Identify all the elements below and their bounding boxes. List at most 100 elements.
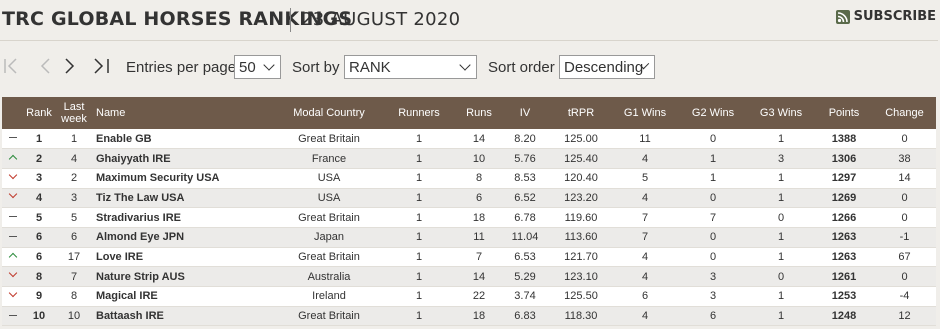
last-week-cell: 1 [54, 129, 94, 150]
g2-wins-cell: 1 [679, 168, 747, 189]
g3-wins-cell: 1 [747, 286, 815, 307]
column-header-iv[interactable]: IV [499, 97, 551, 129]
column-header-modal-country[interactable]: Modal Country [279, 97, 379, 129]
table-row[interactable]: 4 3 Tiz The Law USA USA 1 6 6.52 123.20 4 0 1 1269 0 [2, 188, 936, 209]
trpr-cell: 125.50 [551, 286, 611, 307]
change-cell: 14 [873, 168, 936, 189]
g2-wins-cell: 3 [679, 286, 747, 307]
table-row[interactable]: 6 6 Almond Eye JPN Japan 1 11 11.04 113.60 7 0 1 12… [2, 227, 936, 248]
rankings-table-body: 1 1 Enable GB Great Britain 1 14 8.20 125.00 11 0… [2, 129, 936, 327]
change-cell: 0 [873, 266, 936, 287]
table-row[interactable]: 8 7 Nature Strip AUS Australia 1 14 5.29 123.10… [2, 266, 936, 287]
last-week-cell: 4 [54, 148, 94, 169]
table-row[interactable]: 6 17 Love IRE Great Britain 1 7 6.53 121.70 4 0 1 1… [2, 247, 936, 268]
column-header-g3-wins[interactable]: G3 Wins [747, 97, 815, 129]
column-header-g1-wins[interactable]: G1 Wins [611, 97, 679, 129]
table-row[interactable]: 1 1 Enable GB Great Britain 1 14 8.20 125.00 11 0… [2, 129, 936, 150]
modal-country-cell: Australia [279, 266, 379, 287]
trpr-cell: 121.70 [551, 247, 611, 268]
column-header-points[interactable]: Points [815, 97, 873, 129]
runs-cell: 14 [459, 129, 499, 150]
header-divider [0, 40, 938, 41]
entries-per-page-value: 50 [239, 58, 256, 76]
points-cell: 1306 [815, 148, 873, 169]
horse-name-cell[interactable]: Ghaiyyath IRE [94, 148, 279, 169]
runs-cell: 22 [459, 286, 499, 307]
runners-cell: 1 [379, 266, 459, 287]
table-row[interactable]: 2 4 Ghaiyyath IRE France 1 10 5.76 125.40 4 1 3 130… [2, 148, 936, 169]
g1-wins-cell: 6 [611, 286, 679, 307]
g1-wins-cell: 4 [611, 188, 679, 209]
table-controls: Entries per page 50 Sort by RANK Sort or… [0, 54, 940, 80]
column-header-rank[interactable]: Rank [24, 97, 54, 129]
horse-name-cell[interactable]: Enable GB [94, 129, 279, 150]
first-page-icon[interactable] [2, 56, 20, 76]
horse-name-cell[interactable]: Magical IRE [94, 286, 279, 307]
runs-cell: 14 [459, 266, 499, 287]
last-week-cell: 2 [54, 168, 94, 189]
modal-country-cell: Japan [279, 227, 379, 248]
table-row[interactable]: 9 8 Magical IRE Ireland 1 22 3.74 125.50 6 3 1 1253… [2, 286, 936, 307]
points-cell: 1269 [815, 188, 873, 209]
trend-flat-icon [7, 231, 19, 241]
runners-cell: 1 [379, 207, 459, 228]
horse-name-cell[interactable]: Tiz The Law USA [94, 188, 279, 209]
subscribe-label: SUBSCRIBE [853, 9, 936, 24]
column-header-last-week[interactable]: Last week [54, 97, 94, 129]
g2-wins-cell: 6 [679, 306, 747, 327]
runs-cell: 18 [459, 207, 499, 228]
rank-cell: 2 [24, 148, 54, 169]
change-cell: -1 [873, 227, 936, 248]
table-row[interactable]: 5 5 Stradivarius IRE Great Britain 1 18 6.78 11… [2, 207, 936, 228]
iv-cell: 5.76 [499, 148, 551, 169]
sort-order-select[interactable]: Descending [559, 55, 655, 79]
subscribe-button[interactable]: SUBSCRIBE [835, 9, 936, 24]
iv-cell: 5.29 [499, 266, 551, 287]
runners-cell: 1 [379, 129, 459, 150]
runners-cell: 1 [379, 286, 459, 307]
runners-cell: 1 [379, 306, 459, 327]
points-cell: 1388 [815, 129, 873, 150]
column-header-trpr[interactable]: tRPR [551, 97, 611, 129]
horse-name-cell[interactable]: Nature Strip AUS [94, 266, 279, 287]
g2-wins-cell: 3 [679, 266, 747, 287]
sort-by-value: RANK [349, 58, 391, 76]
chevron-down-icon [263, 59, 275, 71]
modal-country-cell: Ireland [279, 286, 379, 307]
last-page-icon[interactable] [92, 56, 112, 76]
column-header-change[interactable]: Change [873, 97, 936, 129]
table-row[interactable]: 10 10 Battaash IRE Great Britain 1 18 6.83 118.… [2, 306, 936, 327]
g2-wins-cell: 0 [679, 247, 747, 268]
runs-cell: 11 [459, 227, 499, 248]
trend-cell [2, 188, 24, 209]
change-cell: 0 [873, 188, 936, 209]
horse-name-cell[interactable]: Almond Eye JPN [94, 227, 279, 248]
table-row[interactable]: 3 2 Maximum Security USA USA 1 8 8.53 120.40 5 1 1… [2, 168, 936, 189]
g1-wins-cell: 7 [611, 227, 679, 248]
rank-cell: 9 [24, 286, 54, 307]
change-cell: 12 [873, 306, 936, 327]
previous-page-icon[interactable] [38, 56, 52, 76]
horse-name-cell[interactable]: Maximum Security USA [94, 168, 279, 189]
runners-cell: 1 [379, 168, 459, 189]
trend-cell [2, 168, 24, 189]
rank-cell: 5 [24, 207, 54, 228]
rank-cell: 10 [24, 306, 54, 327]
iv-cell: 6.78 [499, 207, 551, 228]
column-header-name[interactable]: Name [94, 97, 279, 129]
column-header-runners[interactable]: Runners [379, 97, 459, 129]
next-page-icon[interactable] [63, 56, 77, 76]
horse-name-cell[interactable]: Love IRE [94, 247, 279, 268]
runners-cell: 1 [379, 148, 459, 169]
sort-by-select[interactable]: RANK [344, 55, 477, 79]
points-cell: 1248 [815, 306, 873, 327]
trend-cell [2, 266, 24, 287]
g1-wins-cell: 4 [611, 148, 679, 169]
horse-name-cell[interactable]: Battaash IRE [94, 306, 279, 327]
horse-name-cell[interactable]: Stradivarius IRE [94, 207, 279, 228]
column-header-runs[interactable]: Runs [459, 97, 499, 129]
column-header-g2-wins[interactable]: G2 Wins [679, 97, 747, 129]
entries-per-page-select[interactable]: 50 [234, 55, 281, 79]
rss-icon [835, 9, 850, 24]
g2-wins-cell: 0 [679, 227, 747, 248]
